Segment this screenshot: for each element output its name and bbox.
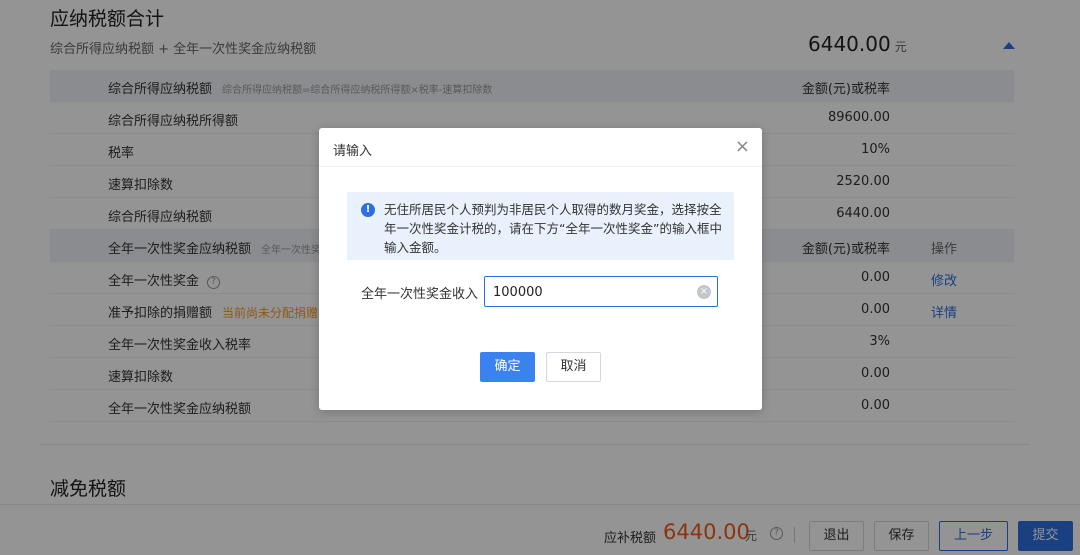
bonus-input[interactable]	[493, 283, 683, 301]
dialog-header-divider	[319, 166, 762, 167]
close-icon[interactable]: ×	[735, 136, 750, 157]
notice-text: 无住所居民个人预判为非居民个人取得的数月奖金，选择按全年一次性奖金计税的，请在下…	[384, 202, 722, 255]
dialog-title: 请输入	[333, 144, 373, 159]
notice-box: ! 无住所居民个人预判为非居民个人取得的数月奖金，选择按全年一次性奖金计税的，请…	[347, 192, 734, 260]
info-icon: !	[361, 203, 375, 217]
confirm-button[interactable]: 确定	[480, 352, 535, 382]
bonus-field-label: 全年一次性奖金收入	[361, 287, 479, 302]
clear-input-icon[interactable]: ×	[697, 285, 711, 299]
input-dialog: 请输入 × ! 无住所居民个人预判为非居民个人取得的数月奖金，选择按全年一次性奖…	[319, 128, 762, 410]
bonus-input-wrapper: ×	[484, 276, 718, 307]
cancel-button[interactable]: 取消	[546, 352, 601, 382]
